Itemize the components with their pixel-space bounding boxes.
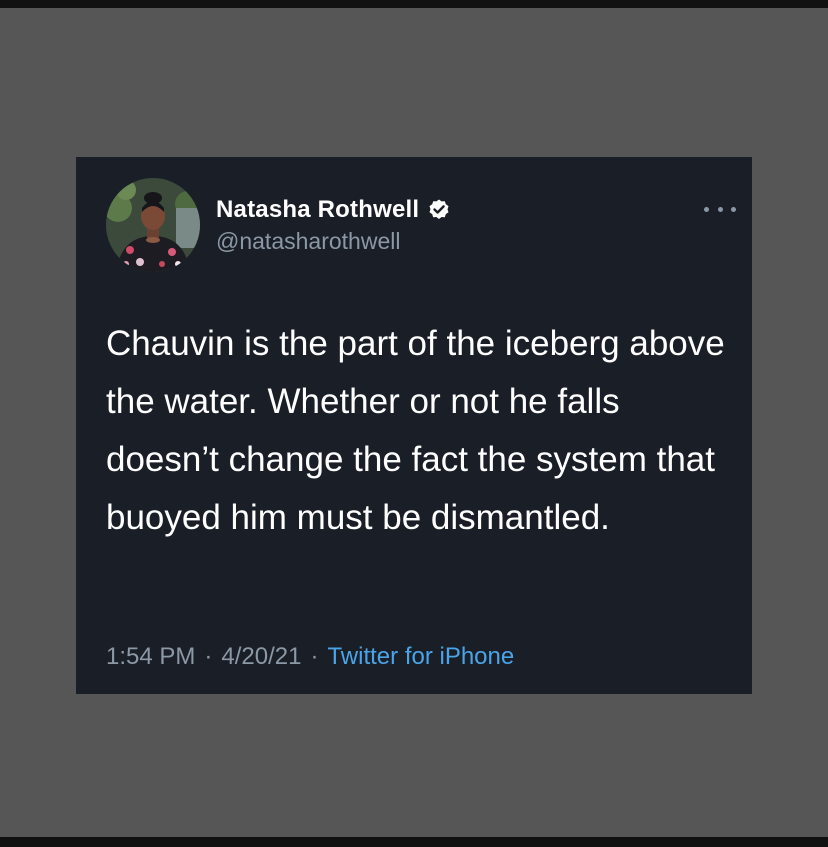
profile-photo	[106, 178, 200, 272]
more-options-icon[interactable]	[704, 199, 736, 219]
author-name-row: Natasha Rothwell	[216, 195, 451, 225]
meta-separator: ·	[310, 643, 319, 670]
tweet-author: Natasha Rothwell @natasharothwell	[216, 195, 451, 255]
tweet-time[interactable]: 1:54 PM	[106, 643, 195, 671]
avatar[interactable]	[106, 178, 200, 272]
meta-separator: ·	[204, 643, 213, 670]
tweet-metadata: 1:54 PM · 4/20/21 · Twitter for iPhone	[106, 643, 514, 671]
tweet-text: Chauvin is the part of the iceberg above…	[106, 324, 725, 537]
tweet-source-link[interactable]: Twitter for iPhone	[327, 643, 514, 671]
author-display-name[interactable]: Natasha Rothwell	[216, 196, 419, 224]
verified-badge-icon	[427, 198, 451, 222]
tweet-date[interactable]: 4/20/21	[221, 643, 301, 671]
bottom-frame-bar	[0, 837, 828, 847]
top-frame-bar	[0, 0, 828, 8]
tweet-card: Natasha Rothwell @natasharothwell Chauvi…	[76, 157, 752, 694]
author-handle[interactable]: @natasharothwell	[216, 228, 451, 255]
